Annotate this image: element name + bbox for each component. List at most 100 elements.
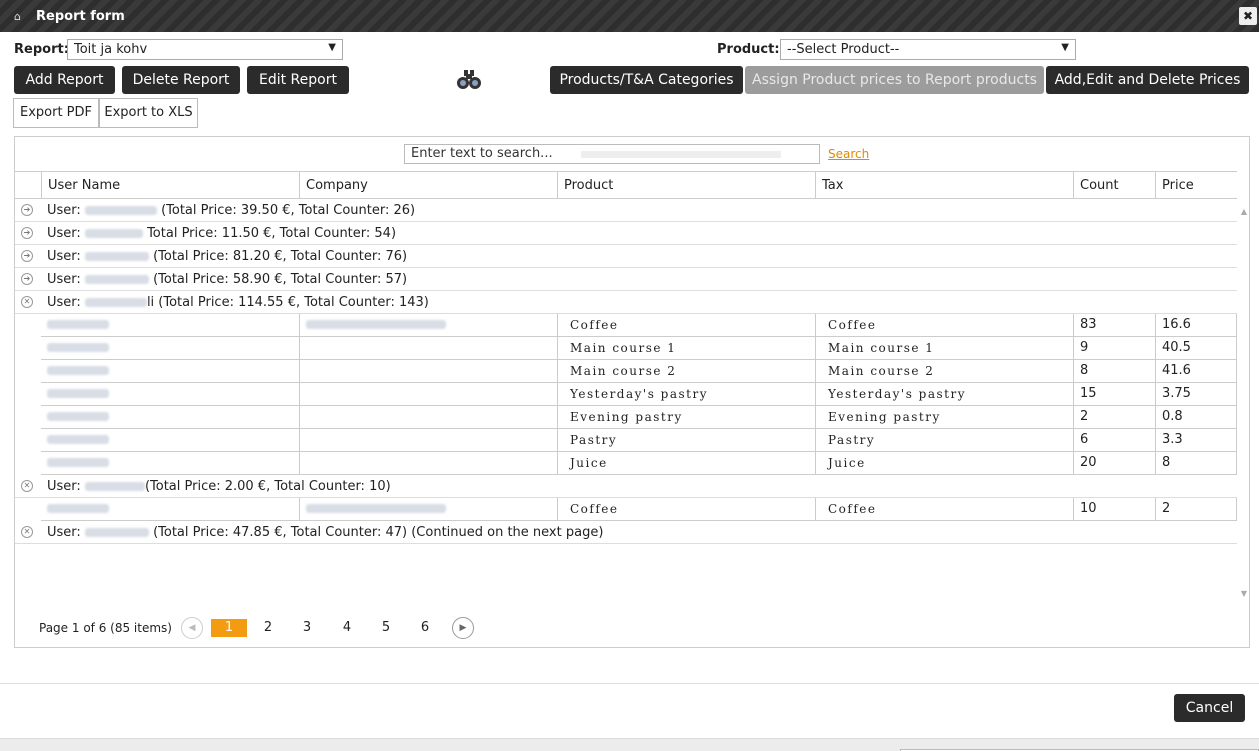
cell-price: 8 [1155,452,1237,475]
cell-price: 0.8 [1155,406,1237,429]
group-row[interactable]: ✕ User: (Total Price: 2.00 €, Total Coun… [15,475,1237,498]
table-row: Coffee Coffee 10 2 [15,498,1237,521]
cell-price: 3.3 [1155,429,1237,452]
page-5[interactable]: 5 [368,619,404,637]
product-select-value: --Select Product-- [787,42,900,57]
table-row: Main course 2 Main course 2 8 41.6 [15,360,1237,383]
group-prefix: User: [47,479,81,494]
export-pdf-button[interactable]: Export PDF [13,98,99,128]
prev-page-icon[interactable]: ◀ [181,617,203,639]
cell-user [41,360,299,383]
cell-tax: Coffee [815,314,1073,337]
chevron-down-icon: ▼ [328,42,336,53]
group-row[interactable]: ➔ User: (Total Price: 39.50 €, Total Cou… [15,199,1237,222]
collapse-icon[interactable]: ✕ [21,296,33,308]
cell-count: 2 [1073,406,1155,429]
close-icon[interactable]: ✖ [1239,7,1257,25]
cell-tax: Juice [815,452,1073,475]
group-prefix: User: [47,295,81,310]
group-row[interactable]: ✕ User: (Total Price: 47.85 €, Total Cou… [15,521,1237,544]
cell-company [299,314,557,337]
expand-icon[interactable]: ➔ [21,250,33,262]
header-tax[interactable]: Tax [815,172,1073,199]
cell-user [41,337,299,360]
header-count[interactable]: Count [1073,172,1155,199]
delete-report-button[interactable]: Delete Report [122,66,240,94]
report-label: Report: [14,42,69,57]
page-2[interactable]: 2 [250,619,286,637]
report-select-value: Toit ja kohv [74,42,148,57]
collapse-icon[interactable]: ✕ [21,480,33,492]
cell-user [41,383,299,406]
table-row: Juice Juice 20 8 [15,452,1237,475]
group-summary: (Total Price: 2.00 €, Total Counter: 10) [144,479,391,494]
edit-report-button[interactable]: Edit Report [247,66,349,94]
binoculars-icon[interactable] [456,68,482,90]
cell-company [299,452,557,475]
header-user-name[interactable]: User Name [41,172,299,199]
cell-count: 20 [1073,452,1155,475]
page-6[interactable]: 6 [407,619,443,637]
scroll-up-icon[interactable]: ▲ [1241,207,1247,216]
blurred-name [47,320,109,329]
collapse-icon[interactable]: ✕ [21,526,33,538]
page-3[interactable]: 3 [289,619,325,637]
cell-price: 40.5 [1155,337,1237,360]
cell-company [299,406,557,429]
search-link[interactable]: Search [828,147,869,161]
cell-user [41,452,299,475]
report-select[interactable]: Toit ja kohv ▼ [67,39,343,60]
cell-user [41,406,299,429]
blurred-name [47,389,109,398]
cell-product: Coffee [557,314,815,337]
export-xls-button[interactable]: Export to XLS [99,98,198,128]
blurred-name [84,206,157,215]
assign-prices-button[interactable]: Assign Product prices to Report products [745,66,1044,94]
group-row[interactable]: ✕ User: li (Total Price: 114.55 €, Total… [15,291,1237,314]
bottom-bar [0,738,1259,751]
group-row[interactable]: ➔ User: Total Price: 11.50 €, Total Coun… [15,222,1237,245]
blurred-name [47,412,109,421]
expand-icon[interactable]: ➔ [21,227,33,239]
scroll-down-icon[interactable]: ▼ [1241,589,1247,598]
cell-company [299,498,557,521]
cell-price: 2 [1155,498,1237,521]
categories-button[interactable]: Products/T&A Categories [550,66,743,94]
group-summary: (Total Price: 81.20 €, Total Counter: 76… [153,249,408,264]
cell-count: 10 [1073,498,1155,521]
group-prefix: User: [47,226,81,241]
cell-product: Main course 1 [557,337,815,360]
window-title: Report form [36,8,125,24]
manage-prices-button[interactable]: Add,Edit and Delete Prices [1046,66,1249,94]
cell-company [299,337,557,360]
search-input[interactable]: Enter text to search... [404,144,820,164]
blurred-company [306,320,446,329]
cell-tax: Pastry [815,429,1073,452]
pager-info: Page 1 of 6 (85 items) [39,621,172,635]
header-company[interactable]: Company [299,172,557,199]
group-row[interactable]: ➔ User: (Total Price: 58.90 €, Total Cou… [15,268,1237,291]
product-select[interactable]: --Select Product-- ▼ [780,39,1076,60]
group-prefix: User: [47,203,81,218]
header-price[interactable]: Price [1155,172,1237,199]
add-report-button[interactable]: Add Report [14,66,115,94]
expand-icon[interactable]: ➔ [21,204,33,216]
group-row[interactable]: ➔ User: (Total Price: 81.20 €, Total Cou… [15,245,1237,268]
group-summary: (Total Price: 39.50 €, Total Counter: 26… [161,203,416,218]
product-label: Product: [717,42,780,57]
cell-tax: Main course 1 [815,337,1073,360]
blurred-name [84,229,143,238]
header-product[interactable]: Product [557,172,815,199]
expand-icon[interactable]: ➔ [21,273,33,285]
blurred-company [306,504,446,513]
cancel-button[interactable]: Cancel [1174,694,1245,722]
next-page-icon[interactable]: ▶ [452,617,474,639]
blurred-name [47,458,109,467]
cell-price: 41.6 [1155,360,1237,383]
cell-tax: Yesterday's pastry [815,383,1073,406]
page-4[interactable]: 4 [329,619,365,637]
blurred-name [47,504,109,513]
page-1[interactable]: 1 [211,619,247,637]
blurred-name [84,298,147,307]
cell-count: 15 [1073,383,1155,406]
